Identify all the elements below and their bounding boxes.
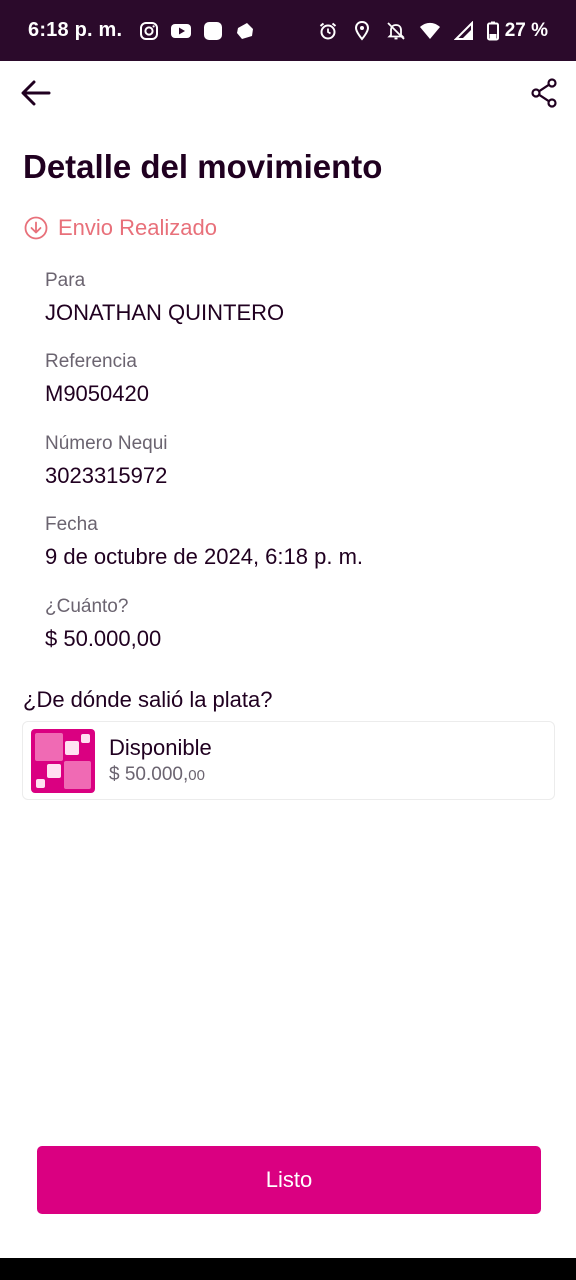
detail-label: Referencia bbox=[45, 351, 137, 372]
back-arrow-icon bbox=[21, 80, 51, 106]
done-button[interactable]: Listo bbox=[37, 1146, 541, 1214]
arrow-down-circle-icon bbox=[24, 216, 48, 240]
source-amount: $ 50.000,00 bbox=[109, 764, 212, 786]
share-button[interactable] bbox=[526, 75, 562, 111]
page-title: Detalle del movimiento bbox=[23, 148, 383, 185]
back-button[interactable] bbox=[18, 75, 54, 111]
youtube-icon bbox=[170, 20, 192, 42]
top-app-bar bbox=[0, 61, 576, 125]
status-time: 6:18 p. m. bbox=[28, 19, 123, 41]
detail-nequi-number: Número Nequi 3023315972 bbox=[45, 433, 168, 489]
detail-value: M9050420 bbox=[45, 381, 149, 406]
app-icon bbox=[202, 20, 224, 42]
battery-icon bbox=[486, 20, 499, 42]
notification-icons bbox=[138, 20, 256, 42]
detail-value: 3023315972 bbox=[45, 463, 168, 488]
instagram-icon bbox=[138, 20, 160, 42]
detail-amount: ¿Cuánto? $ 50.000,00 bbox=[45, 596, 161, 652]
wifi-icon bbox=[419, 20, 441, 42]
share-icon bbox=[531, 78, 557, 108]
detail-label: Para bbox=[45, 270, 86, 291]
source-amount-main: $ 50.000, bbox=[109, 764, 189, 785]
source-info: Disponible $ 50.000,00 bbox=[109, 735, 212, 786]
detail-value: 9 de octubre de 2024, 6:18 p. m. bbox=[45, 544, 364, 569]
navigation-bar bbox=[0, 1258, 576, 1280]
status-bar: 6:18 p. m. 27 % bbox=[0, 0, 576, 61]
transaction-status: Envio Realizado bbox=[24, 215, 217, 241]
system-icons: 27 % bbox=[317, 20, 548, 42]
app-icon-2 bbox=[234, 20, 256, 42]
battery-percent: 27 % bbox=[504, 19, 548, 41]
pocket-icon bbox=[31, 728, 95, 793]
detail-value: $ 50.000,00 bbox=[45, 626, 162, 651]
detail-label: Número Nequi bbox=[45, 433, 168, 454]
source-amount-cents: 00 bbox=[188, 767, 205, 784]
detail-label: Fecha bbox=[45, 514, 98, 535]
detail-date: Fecha 9 de octubre de 2024, 6:18 p. m. bbox=[45, 514, 363, 570]
signal-icon bbox=[453, 20, 475, 42]
status-label: Envio Realizado bbox=[58, 215, 217, 240]
detail-label: ¿Cuánto? bbox=[45, 596, 129, 617]
location-icon bbox=[351, 20, 373, 42]
alarm-icon bbox=[317, 20, 339, 42]
detail-recipient: Para JONATHAN QUINTERO bbox=[45, 270, 284, 326]
source-question: ¿De dónde salió la plata? bbox=[23, 687, 273, 712]
source-name: Disponible bbox=[109, 735, 212, 760]
source-pocket-card[interactable]: Disponible $ 50.000,00 bbox=[22, 721, 555, 800]
mute-icon bbox=[385, 20, 407, 42]
detail-reference: Referencia M9050420 bbox=[45, 351, 149, 407]
detail-value: JONATHAN QUINTERO bbox=[45, 300, 285, 325]
